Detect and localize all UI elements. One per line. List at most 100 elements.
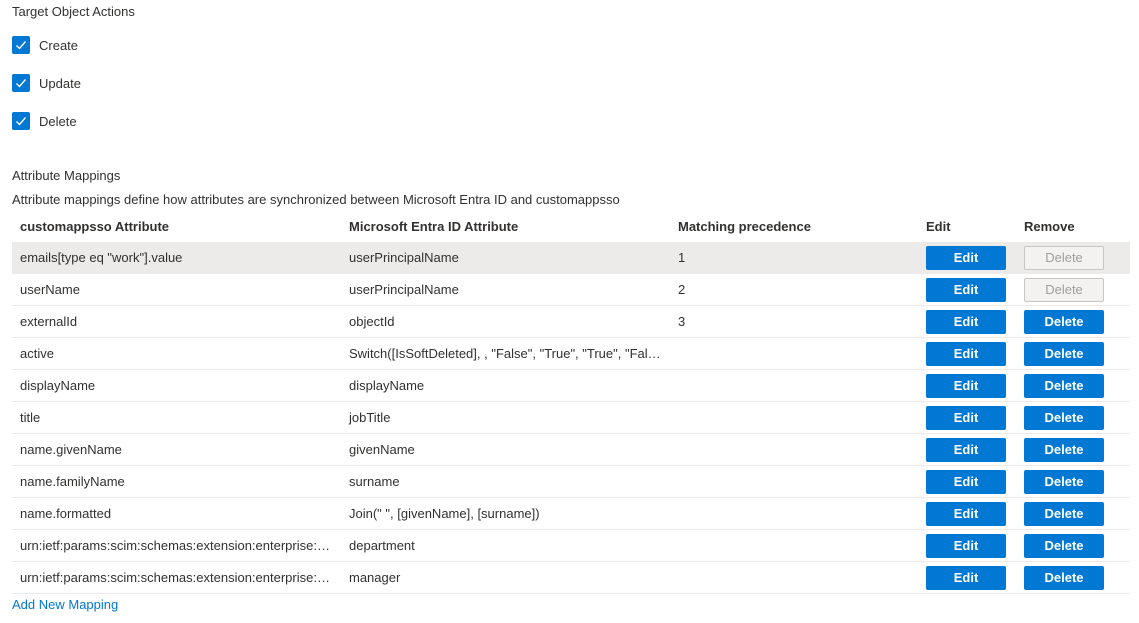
matching-precedence-cell	[670, 337, 926, 370]
edit-cell: Edit	[926, 497, 1024, 530]
source-attribute-cell: displayName	[341, 369, 670, 402]
edit-cell: Edit	[926, 305, 1024, 338]
remove-cell: Delete	[1024, 305, 1130, 338]
edit-button[interactable]: Edit	[926, 501, 1006, 526]
column-header-remove: Remove	[1024, 218, 1075, 234]
table-row[interactable]: urn:ietf:params:scim:schemas:extension:e…	[12, 561, 1130, 594]
attribute-mappings-table: customappsso Attribute Microsoft Entra I…	[12, 210, 1130, 594]
table-row[interactable]: name.givenName givenName Edit Delete	[12, 433, 1130, 466]
delete-button[interactable]: Delete	[1024, 341, 1104, 366]
edit-cell: Edit	[926, 369, 1024, 402]
checkbox-create-label: Create	[39, 37, 79, 53]
remove-cell: Delete	[1024, 242, 1130, 274]
source-attribute-cell: userPrincipalName	[341, 273, 670, 306]
target-attribute-cell: urn:ietf:params:scim:schemas:extension:e…	[12, 529, 341, 562]
remove-cell: Delete	[1024, 561, 1130, 594]
matching-precedence-cell	[670, 401, 926, 434]
edit-cell: Edit	[926, 529, 1024, 562]
attribute-mappings-description: Attribute mappings define how attributes…	[12, 192, 620, 207]
edit-button[interactable]: Edit	[926, 437, 1006, 462]
checkbox-create[interactable]: Create	[12, 35, 78, 55]
checkbox-update[interactable]: Update	[12, 73, 81, 93]
table-row[interactable]: title jobTitle Edit Delete	[12, 401, 1130, 434]
delete-button[interactable]: Delete	[1024, 437, 1104, 462]
edit-button[interactable]: Edit	[926, 405, 1006, 430]
delete-button[interactable]: Delete	[1024, 501, 1104, 526]
target-attribute-cell: externalId	[12, 305, 341, 338]
matching-precedence-cell: 1	[670, 242, 926, 274]
target-attribute-cell: name.formatted	[12, 497, 341, 530]
delete-button: Delete	[1024, 277, 1104, 302]
table-row[interactable]: emails[type eq "work"].value userPrincipa…	[12, 242, 1130, 274]
matching-precedence-cell	[670, 497, 926, 530]
matching-precedence-cell	[670, 369, 926, 402]
target-attribute-cell: active	[12, 337, 341, 370]
matching-precedence-cell: 2	[670, 273, 926, 306]
table-row[interactable]: userName userPrincipalName 2 Edit Delete	[12, 273, 1130, 306]
delete-button[interactable]: Delete	[1024, 309, 1104, 334]
source-attribute-cell: Switch([IsSoftDeleted], , "False", "True…	[341, 337, 670, 370]
matching-precedence-cell	[670, 529, 926, 562]
checkbox-delete[interactable]: Delete	[12, 111, 77, 131]
edit-button[interactable]: Edit	[926, 341, 1006, 366]
table-row[interactable]: externalId objectId 3 Edit Delete	[12, 305, 1130, 338]
matching-precedence-cell	[670, 433, 926, 466]
edit-button[interactable]: Edit	[926, 469, 1006, 494]
remove-cell: Delete	[1024, 337, 1130, 370]
edit-button[interactable]: Edit	[926, 565, 1006, 590]
table-row[interactable]: name.formatted Join(" ", [givenName], [su…	[12, 497, 1130, 530]
table-row[interactable]: urn:ietf:params:scim:schemas:extension:e…	[12, 529, 1130, 562]
remove-cell: Delete	[1024, 273, 1130, 306]
source-attribute-cell: manager	[341, 561, 670, 594]
remove-cell: Delete	[1024, 529, 1130, 562]
remove-cell: Delete	[1024, 433, 1130, 466]
edit-cell: Edit	[926, 273, 1024, 306]
edit-button[interactable]: Edit	[926, 245, 1006, 270]
matching-precedence-cell	[670, 561, 926, 594]
target-attribute-cell: userName	[12, 273, 341, 306]
source-attribute-cell: department	[341, 529, 670, 562]
remove-cell: Delete	[1024, 465, 1130, 498]
column-header-precedence: Matching precedence	[678, 218, 811, 234]
edit-button[interactable]: Edit	[926, 373, 1006, 398]
target-attribute-cell: title	[12, 401, 341, 434]
edit-button[interactable]: Edit	[926, 277, 1006, 302]
table-row[interactable]: displayName displayName Edit Delete	[12, 369, 1130, 402]
source-attribute-cell: surname	[341, 465, 670, 498]
add-new-mapping-link[interactable]: Add New Mapping	[12, 597, 118, 612]
table-row[interactable]: name.familyName surname Edit Delete	[12, 465, 1130, 498]
remove-cell: Delete	[1024, 369, 1130, 402]
target-attribute-cell: name.givenName	[12, 433, 341, 466]
checkbox-update-label: Update	[39, 75, 81, 91]
column-header-source: Microsoft Entra ID Attribute	[349, 218, 519, 234]
attribute-mappings-title: Attribute Mappings	[12, 168, 121, 183]
remove-cell: Delete	[1024, 401, 1130, 434]
target-object-actions-title: Target Object Actions	[12, 4, 135, 19]
edit-cell: Edit	[926, 561, 1024, 594]
edit-cell: Edit	[926, 337, 1024, 370]
target-attribute-cell: displayName	[12, 369, 341, 402]
source-attribute-cell: Join(" ", [givenName], [surname])	[341, 497, 670, 530]
delete-button[interactable]: Delete	[1024, 469, 1104, 494]
table-row[interactable]: active Switch([IsSoftDeleted], , "False",…	[12, 337, 1130, 370]
target-attribute-cell: name.familyName	[12, 465, 341, 498]
edit-button[interactable]: Edit	[926, 533, 1006, 558]
edit-button[interactable]: Edit	[926, 309, 1006, 334]
delete-button[interactable]: Delete	[1024, 405, 1104, 430]
matching-precedence-cell	[670, 465, 926, 498]
edit-cell: Edit	[926, 242, 1024, 274]
source-attribute-cell: givenName	[341, 433, 670, 466]
delete-button[interactable]: Delete	[1024, 565, 1104, 590]
checkmark-icon[interactable]	[12, 74, 30, 92]
target-attribute-cell: emails[type eq "work"].value	[12, 242, 341, 274]
table-header-row: customappsso Attribute Microsoft Entra I…	[12, 210, 1130, 242]
checkmark-icon[interactable]	[12, 36, 30, 54]
checkmark-icon[interactable]	[12, 112, 30, 130]
edit-cell: Edit	[926, 465, 1024, 498]
edit-cell: Edit	[926, 433, 1024, 466]
delete-button: Delete	[1024, 245, 1104, 270]
delete-button[interactable]: Delete	[1024, 533, 1104, 558]
source-attribute-cell: jobTitle	[341, 401, 670, 434]
delete-button[interactable]: Delete	[1024, 373, 1104, 398]
edit-cell: Edit	[926, 401, 1024, 434]
